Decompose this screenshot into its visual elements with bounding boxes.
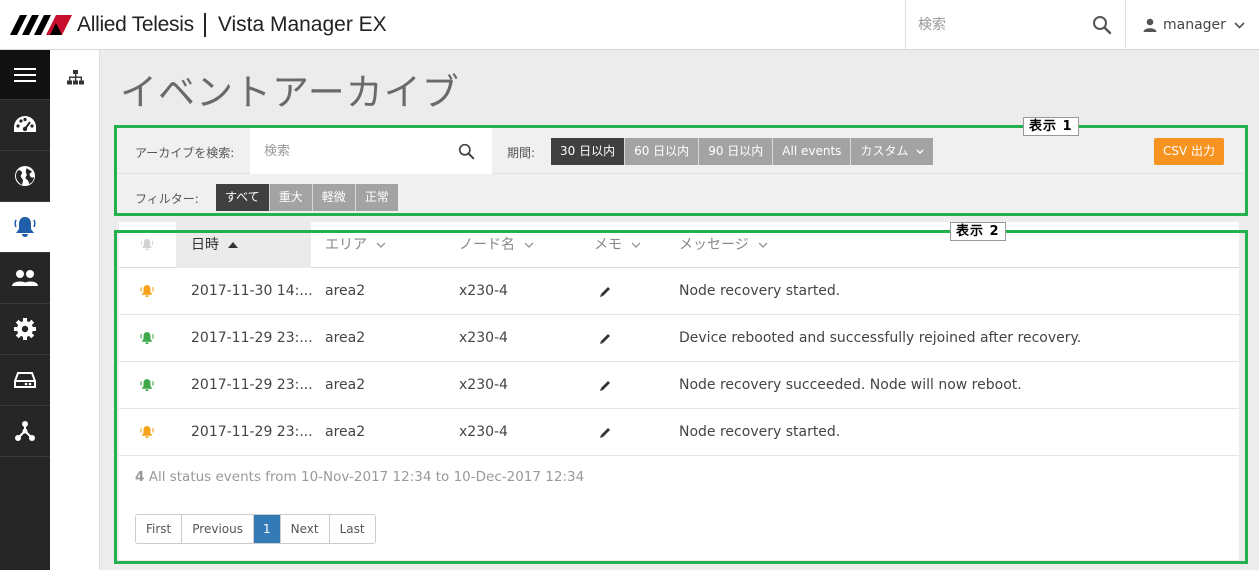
network-icon	[15, 421, 35, 441]
sidebar-item-events[interactable]	[0, 202, 50, 253]
annotation-box-2	[114, 230, 1248, 564]
users-icon	[12, 270, 38, 286]
brand-divider	[203, 13, 206, 37]
product-name: Vista Manager EX	[217, 13, 387, 36]
global-search	[905, 0, 1125, 50]
sidebar-item-settings[interactable]	[0, 304, 50, 355]
sidebar-item-users[interactable]	[0, 253, 50, 304]
menu-icon	[14, 67, 36, 82]
globe-icon	[15, 166, 35, 186]
bell-icon	[14, 217, 36, 237]
sidebar-item-dashboard[interactable]	[0, 100, 50, 151]
dashboard-icon	[14, 116, 36, 132]
annotation-label-1: 表示 1	[1023, 117, 1079, 136]
hierarchy-icon[interactable]	[67, 70, 84, 85]
top-bar: Allied Telesis Vista Manager EX manager	[0, 0, 1259, 50]
search-icon[interactable]	[1092, 15, 1112, 35]
global-search-input[interactable]	[918, 14, 1088, 36]
user-name: manager	[1163, 17, 1226, 33]
main-sidebar	[0, 50, 50, 570]
annotation-box-1	[114, 125, 1248, 216]
annotation-label-2: 表示 2	[950, 222, 1006, 241]
allied-telesis-logo-icon	[10, 15, 72, 35]
brand-logo[interactable]: Allied Telesis Vista Manager EX	[10, 11, 387, 39]
drive-icon	[14, 372, 36, 388]
user-menu[interactable]: manager	[1125, 0, 1259, 50]
chevron-down-icon	[1234, 21, 1245, 29]
sidebar-item-map[interactable]	[0, 151, 50, 202]
user-icon	[1143, 18, 1157, 32]
page-title: イベントアーカイブ	[120, 71, 460, 114]
brand-name: Allied Telesis	[77, 13, 194, 36]
sidebar-menu-toggle[interactable]	[0, 50, 50, 100]
gear-icon	[14, 318, 36, 340]
sidebar-item-storage[interactable]	[0, 355, 50, 406]
secondary-sidebar	[50, 50, 100, 570]
sidebar-item-topology[interactable]	[0, 406, 50, 457]
